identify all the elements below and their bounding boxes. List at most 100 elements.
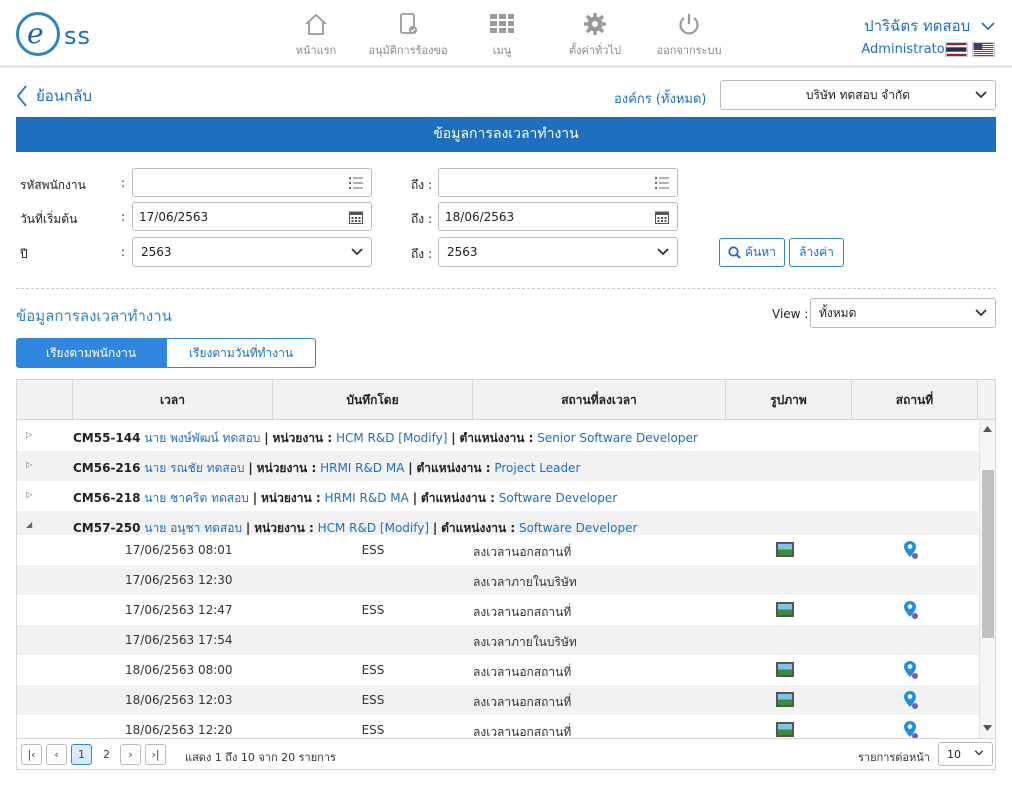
employee-code-input[interactable] (132, 168, 372, 197)
map-pin-icon[interactable] (903, 690, 919, 710)
group-unit-label: หน่วยงาน : (260, 491, 321, 505)
group-row[interactable]: ▷ CM56-216 นาย รณชัย ทดสอบ | หน่วยงาน : H… (17, 451, 979, 481)
view-select[interactable]: ทั้งหมด (810, 298, 996, 328)
group-unit: HCM R&D [Modify] (317, 521, 430, 535)
group-employee-name: นาย พงษ์พัฒน์ ทดสอบ (144, 431, 261, 445)
photo-icon[interactable] (776, 692, 794, 707)
scrollbar-thumb[interactable] (982, 470, 994, 638)
year-select[interactable]: 2563 (132, 237, 372, 267)
group-unit-label: หน่วยงาน : (256, 461, 317, 475)
map-pin-icon[interactable] (903, 720, 919, 740)
colon: : (121, 176, 126, 190)
table-row[interactable]: 18/06/2563 08:00 ESS ลงเวลานอกสถานที่ (17, 655, 979, 685)
col-location-type[interactable]: สถานที่ลงเวลา (473, 380, 726, 420)
table-row[interactable]: 17/06/2563 08:01 ESS ลงเวลานอกสถานที่ (17, 535, 979, 565)
expand-arrow-icon[interactable]: ▷ (26, 460, 32, 469)
approve-document-icon (400, 13, 417, 34)
tab-by-employee[interactable]: เรียงตามพนักงาน (16, 338, 166, 368)
collapse-arrow-icon[interactable]: ◢ (26, 520, 32, 529)
scroll-up-icon[interactable] (983, 426, 992, 432)
clear-button-label: ล้างค่า (799, 245, 834, 259)
group-unit-label: หน่วยงาน : (254, 521, 314, 535)
cell-recorded-by: ESS (361, 693, 385, 707)
photo-icon[interactable] (776, 722, 794, 737)
group-position-label: ตำแหน่งงาน : (441, 521, 516, 535)
employee-code-label: รหัสพนักงาน (20, 178, 86, 192)
map-pin-icon[interactable] (903, 600, 919, 620)
group-row[interactable]: ▷ CM55-144 นาย พงษ์พัฒน์ ทดสอบ | หน่วยงาน… (17, 421, 979, 451)
attendance-grid: เวลา บันทึกโดย สถานที่ลงเวลา รูปภาพ สถาน… (16, 379, 996, 770)
photo-icon[interactable] (776, 662, 794, 677)
list-icon[interactable] (349, 177, 363, 189)
nav-logout[interactable]: ออกจากระบบ (634, 12, 744, 59)
group-separator: | (412, 491, 418, 505)
section-title: ข้อมูลการลงเวลาทำงาน (16, 307, 172, 325)
col-expand (17, 380, 73, 420)
end-date-label: ถึง : (411, 212, 432, 226)
start-date-input[interactable]: 17/06/2563 (132, 202, 372, 231)
photo-icon[interactable] (776, 602, 794, 617)
expand-arrow-icon[interactable]: ▷ (26, 430, 32, 439)
group-position: Software Developer (498, 491, 618, 505)
chevron-down-icon (351, 248, 363, 256)
year-to-select[interactable]: 2563 (438, 237, 678, 267)
group-employee-name: นาย รณชัย ทดสอบ (144, 461, 245, 475)
us-flag-icon[interactable] (972, 42, 995, 57)
list-icon[interactable] (655, 177, 669, 189)
group-position-label: ตำแหน่งงาน : (420, 491, 495, 505)
group-position-label: ตำแหน่งงาน : (459, 431, 534, 445)
table-row[interactable]: 17/06/2563 12:30 ลงเวลาภายในบริษัท (17, 565, 979, 595)
chevron-down-icon (974, 750, 984, 756)
chevron-down-icon (981, 22, 995, 31)
group-row[interactable]: ◢ CM57-250 นาย อนุชา ทดสอบ | หน่วยงาน : H… (17, 511, 979, 535)
thai-flag-icon[interactable] (945, 42, 968, 57)
first-page-button[interactable]: |‹ (21, 744, 42, 765)
table-row[interactable]: 17/06/2563 12:47 ESS ลงเวลานอกสถานที่ (17, 595, 979, 625)
end-date-value: 18/06/2563 (445, 209, 515, 224)
col-time[interactable]: เวลา (73, 380, 273, 420)
nav-logout-label: ออกจากระบบ (656, 44, 722, 57)
end-date-input[interactable]: 18/06/2563 (438, 202, 678, 231)
group-separator: | (432, 521, 438, 535)
expand-arrow-icon[interactable]: ▷ (26, 490, 32, 499)
menu-grid-icon (490, 14, 514, 33)
page-2-button[interactable]: 2 (96, 744, 117, 765)
per-page-select[interactable]: 10 (938, 742, 993, 766)
clear-button[interactable]: ล้างค่า (789, 238, 844, 267)
table-row[interactable]: 18/06/2563 12:03 ESS ลงเวลานอกสถานที่ (17, 685, 979, 715)
prev-page-button[interactable]: ‹ (46, 744, 67, 765)
nav-settings-label: ตั้งค่าทั่วไป (569, 44, 621, 57)
year-select-value: 2563 (141, 245, 172, 259)
org-select[interactable]: บริษัท ทดสอบ จำกัด (720, 80, 996, 110)
employee-to-label: ถึง : (411, 178, 432, 192)
group-position: Senior Software Developer (537, 431, 698, 445)
calendar-icon[interactable] (655, 210, 669, 224)
employee-code-to-input[interactable] (438, 168, 678, 197)
col-place[interactable]: สถานที่ (852, 380, 978, 420)
calendar-icon[interactable] (349, 210, 363, 224)
cell-time: 17/06/2563 17:54 (125, 633, 233, 647)
map-pin-icon[interactable] (903, 540, 919, 560)
col-recorded-by[interactable]: บันทึกโดย (273, 380, 473, 420)
scroll-down-icon[interactable] (983, 725, 992, 731)
map-pin-icon[interactable] (903, 660, 919, 680)
cell-location-type: ลงเวลานอกสถานที่ (473, 545, 572, 559)
cell-recorded-by: ESS (361, 723, 385, 737)
page-1-button[interactable]: 1 (71, 744, 92, 765)
back-button[interactable]: ย้อนกลับ (16, 84, 92, 108)
search-button[interactable]: ค้นหา (719, 238, 785, 267)
vertical-scrollbar[interactable] (979, 420, 995, 738)
last-page-button[interactable]: ›| (145, 744, 166, 765)
col-photo[interactable]: รูปภาพ (726, 380, 852, 420)
group-employee-name: นาย ชาคริต ทดสอบ (144, 491, 249, 505)
photo-icon[interactable] (776, 542, 794, 557)
search-button-label: ค้นหา (745, 245, 776, 259)
user-menu[interactable]: ปาริฉัตร ทดสอบ (864, 14, 995, 38)
table-row[interactable]: 17/06/2563 17:54 ลงเวลาภายในบริษัท (17, 625, 979, 655)
group-row[interactable]: ▷ CM56-218 นาย ชาคริต ทดสอบ | หน่วยงาน : … (17, 481, 979, 511)
colon: : (121, 245, 126, 259)
tab-by-workdate[interactable]: เรียงตามวันที่ทำงาน (166, 338, 316, 368)
group-unit: HRMI R&D MA (320, 461, 405, 475)
next-page-button[interactable]: › (120, 744, 141, 765)
cell-time: 18/06/2563 08:00 (125, 663, 233, 677)
